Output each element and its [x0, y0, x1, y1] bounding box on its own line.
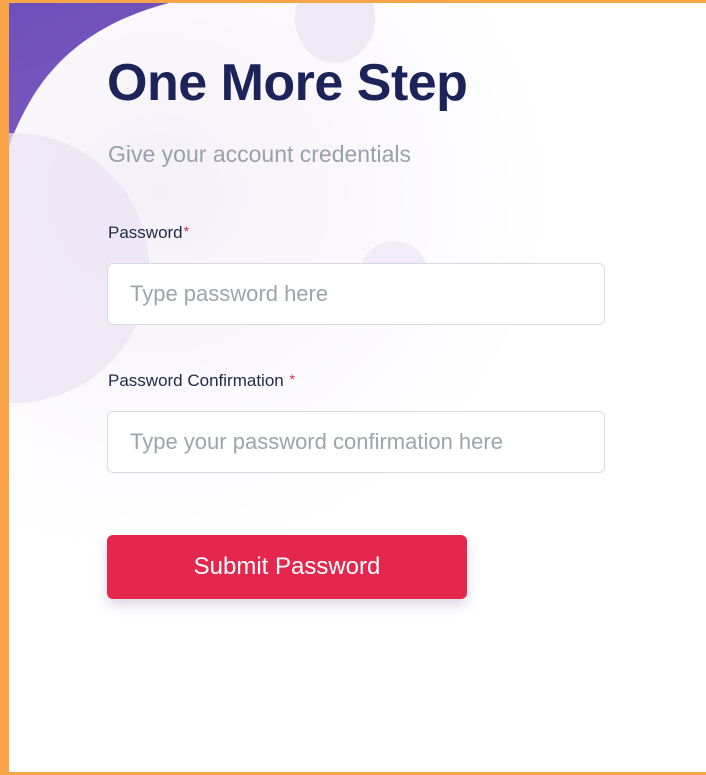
password-confirmation-label-text: Password Confirmation: [108, 371, 284, 390]
password-field[interactable]: [107, 263, 605, 325]
page-title: One More Step: [107, 54, 468, 112]
required-mark: *: [289, 371, 295, 387]
password-label: Password*: [108, 223, 189, 243]
password-label-text: Password: [108, 223, 183, 242]
required-mark: *: [183, 223, 190, 239]
submit-password-button[interactable]: Submit Password: [107, 535, 467, 599]
page-frame: One More Step Give your account credenti…: [9, 3, 706, 772]
page-subtitle: Give your account credentials: [108, 141, 411, 167]
password-confirmation-label: Password Confirmation *: [108, 371, 295, 391]
password-confirmation-field[interactable]: [107, 411, 605, 473]
